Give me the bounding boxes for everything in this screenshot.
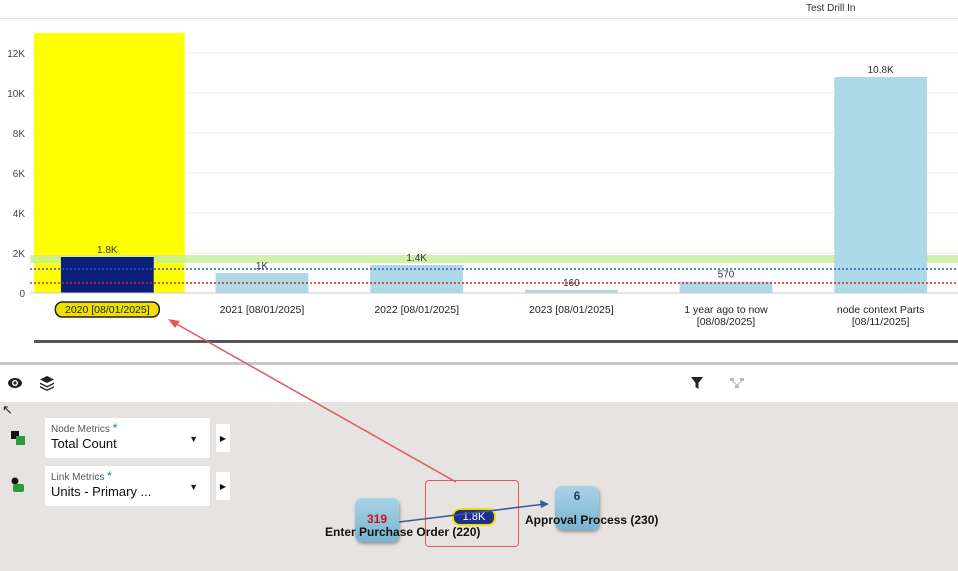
- node-metrics-label: Node Metrics: [51, 424, 110, 435]
- x-tick-label: 2022 [08/01/2025]: [374, 304, 459, 316]
- bar-2: [370, 265, 464, 293]
- link-metrics-value: Units - Primary ...: [51, 484, 152, 499]
- required-marker: *: [112, 421, 118, 435]
- filter-icon[interactable]: [686, 372, 708, 394]
- required-marker: *: [107, 469, 112, 483]
- chart-scrollbar: [34, 340, 958, 343]
- x-tick-label: 2023 [08/01/2025]: [529, 304, 614, 316]
- data-label: 10.8K: [868, 65, 894, 76]
- y-tick-label: 6K: [13, 169, 26, 180]
- x-tick-label: 2021 [08/01/2025]: [220, 304, 305, 316]
- bar-5: [834, 77, 928, 293]
- link-metrics-select[interactable]: Link Metrics * Units - Primary ... ▼: [45, 466, 210, 506]
- layers-icon[interactable]: [36, 372, 58, 394]
- reference-band: [30, 255, 958, 263]
- y-tick-label: 8K: [13, 129, 26, 140]
- node-metrics-expand-button[interactable]: ▶: [216, 424, 230, 452]
- data-label: 1.4K: [406, 253, 427, 264]
- link-metrics-expand-button[interactable]: ▶: [216, 472, 230, 500]
- x-tick-label: node context Parts: [837, 304, 925, 316]
- x-tick-label: 2020 [08/01/2025]: [65, 304, 150, 316]
- link-value-badge[interactable]: 1.8K: [452, 508, 496, 526]
- collapse-arrow-icon[interactable]: ↖: [2, 402, 13, 418]
- process-map-toolbar: [0, 362, 958, 402]
- bar-chart: 02K4K6K8K10K12K1.8K1K1.4K16057010.8K2020…: [7, 33, 958, 343]
- y-tick-label: 0: [19, 289, 25, 300]
- node-label-approval-process[interactable]: Approval Process (230): [525, 513, 658, 527]
- x-tick-label: 1 year ago to now: [684, 304, 768, 316]
- link-metrics-label: Link Metrics: [51, 472, 105, 483]
- data-label: 1.8K: [97, 245, 118, 256]
- node-metrics-select[interactable]: Node Metrics * Total Count ▼: [45, 418, 210, 458]
- eye-icon[interactable]: [4, 372, 26, 394]
- y-tick-label: 12K: [7, 49, 25, 60]
- chevron-down-icon[interactable]: ▼: [189, 434, 198, 444]
- node-metrics-icon: [10, 430, 26, 446]
- x-tick-label: [08/08/2025]: [697, 316, 755, 328]
- bar-0: [60, 257, 154, 293]
- x-tick-label: [08/11/2025]: [852, 316, 910, 328]
- node-metrics-value: Total Count: [51, 436, 117, 451]
- y-tick-label: 2K: [13, 249, 26, 260]
- y-tick-label: 10K: [7, 89, 25, 100]
- y-tick-label: 4K: [13, 209, 26, 220]
- chevron-down-icon[interactable]: ▼: [189, 482, 198, 492]
- data-label: 1K: [256, 261, 269, 272]
- chart-panel: Test Drill In 0 2K 4K 6K 8K 10K 12K 1.8K 1K 1.4K 1…: [0, 0, 958, 362]
- link-metrics-icon: [10, 477, 26, 493]
- hierarchy-icon[interactable]: [726, 372, 748, 394]
- data-label: 570: [718, 270, 735, 281]
